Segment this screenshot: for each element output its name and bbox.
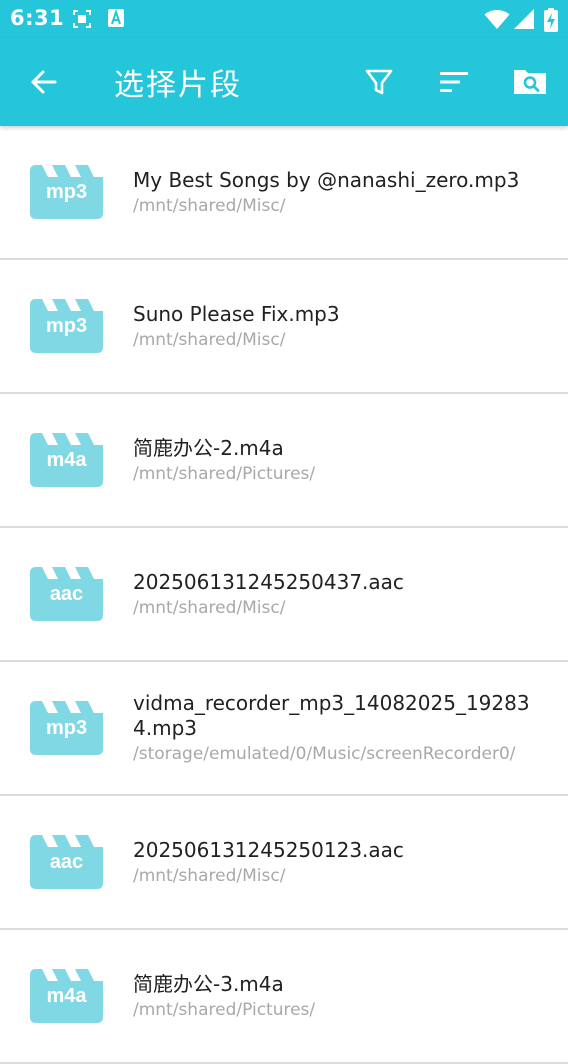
page-title: 选择片段	[114, 68, 242, 103]
file-list: mp3 My Best Songs by @nanashi_zero.mp3 /…	[0, 126, 568, 1064]
screenshot-icon	[72, 9, 92, 33]
list-item[interactable]: mp3 Suno Please Fix.mp3 /mnt/shared/Misc…	[0, 260, 568, 394]
file-path: /mnt/shared/Misc/	[133, 597, 286, 618]
file-name: vidma_recorder_mp3_14082025_192834.mp3	[133, 691, 530, 740]
file-extension-label: mp3	[45, 717, 88, 739]
list-item[interactable]: aac 20250613124525043​7.aac /mnt/shared/…	[0, 528, 568, 662]
list-item[interactable]: mp3 My Best Songs by @nanashi_zero.mp3 /…	[0, 126, 568, 260]
folder-search-icon[interactable]	[510, 62, 550, 102]
file-extension-label: mp3	[45, 181, 88, 203]
audio-file-icon: m4a	[30, 429, 103, 487]
list-item[interactable]: m4a 简鹿办公-3.m4a /mnt/shared/Pictures/	[0, 930, 568, 1064]
file-path: /mnt/shared/Misc/	[133, 865, 286, 886]
audio-file-icon: mp3	[30, 295, 103, 353]
file-extension-label: aac	[49, 583, 84, 605]
status-time: 6:31	[10, 6, 65, 30]
file-name: 简鹿办公-3.m4a	[133, 971, 284, 996]
file-path: /mnt/shared/Misc/	[133, 329, 286, 350]
file-name: Suno Please Fix.mp3	[133, 301, 340, 326]
file-name: 202506131245250123.aac	[133, 837, 404, 862]
sort-icon[interactable]	[434, 62, 474, 102]
app-bar: 选择片段	[0, 38, 568, 126]
file-path: /mnt/shared/Pictures/	[133, 999, 316, 1020]
file-path: /mnt/shared/Misc/	[133, 195, 286, 216]
audio-file-icon: aac	[30, 831, 103, 889]
file-name: 简鹿办公-2.m4a	[133, 435, 284, 460]
battery-charging-icon	[544, 8, 558, 36]
file-extension-label: aac	[49, 851, 84, 873]
status-bar: 6:31	[0, 0, 568, 38]
audio-file-icon: aac	[30, 563, 103, 621]
file-extension-label: mp3	[45, 315, 88, 337]
file-extension-label: m4a	[46, 985, 87, 1007]
file-name: My Best Songs by @nanashi_zero.mp3	[133, 167, 520, 192]
file-path: /mnt/shared/Pictures/	[133, 463, 316, 484]
keyboard-a-icon	[108, 8, 124, 31]
wifi-icon	[484, 8, 510, 34]
list-item[interactable]: m4a 简鹿办公-2.m4a /mnt/shared/Pictures/	[0, 394, 568, 528]
back-arrow-icon[interactable]	[26, 64, 62, 100]
file-path: /storage/emulated/0/Music/screenRecorder…	[133, 744, 516, 764]
audio-file-icon: mp3	[30, 697, 103, 755]
audio-file-icon: m4a	[30, 965, 103, 1023]
list-item[interactable]: mp3 vidma_recorder_mp3_14082025_192834.m…	[0, 662, 568, 796]
signal-icon	[514, 8, 534, 34]
filter-icon[interactable]	[359, 62, 399, 102]
file-extension-label: m4a	[46, 449, 87, 471]
file-name: 20250613124525043​7.aac	[133, 569, 404, 594]
audio-file-icon: mp3	[30, 161, 103, 219]
list-item[interactable]: aac 202506131245250123.aac /mnt/shared/M…	[0, 796, 568, 930]
